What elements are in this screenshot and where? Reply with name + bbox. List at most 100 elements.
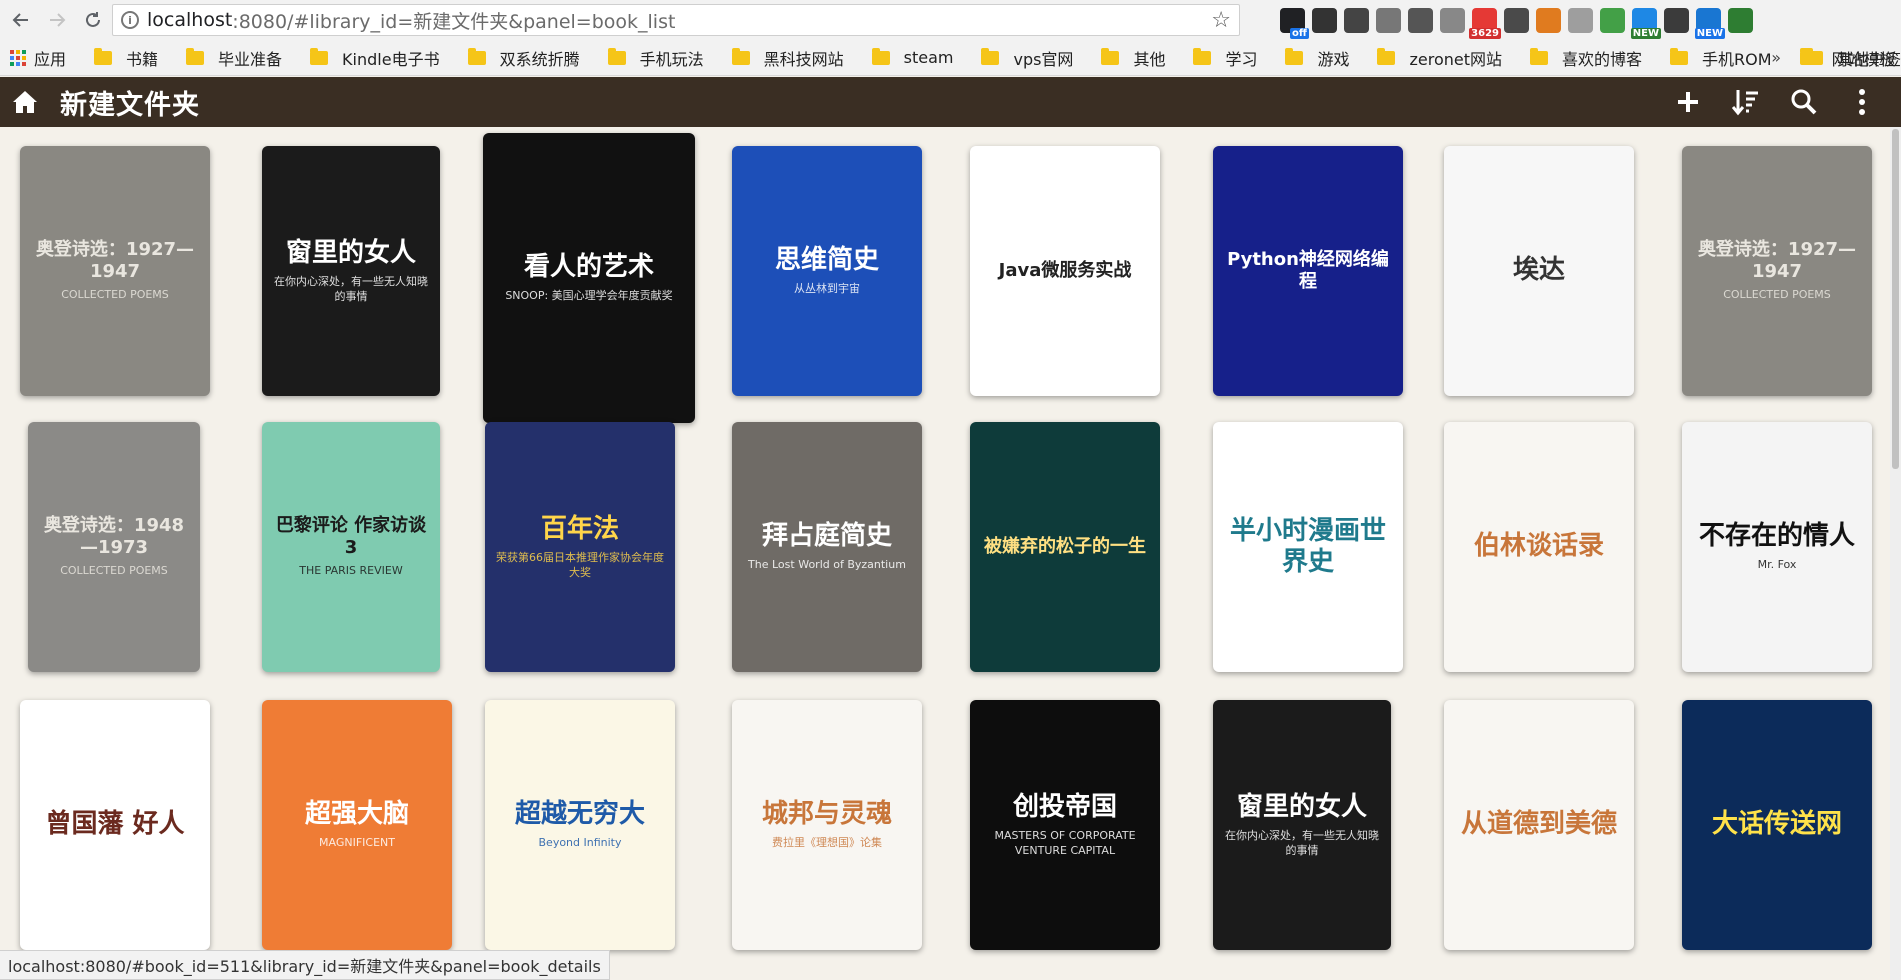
bookmark-label: Kindle电子书 [342, 49, 440, 69]
book-cover[interactable]: Python神经网络编程 [1213, 146, 1403, 396]
book-cover[interactable]: 百年法 荣获第66届日本推理作家协会年度大奖 [485, 422, 675, 672]
chrome-ext-icon[interactable] [1600, 7, 1625, 33]
search-button[interactable] [1787, 85, 1821, 119]
scrollbar-thumb[interactable] [1892, 129, 1899, 469]
book-cover[interactable]: 思维简史 从丛林到宇宙 [732, 146, 922, 396]
book-cover[interactable]: 超强大脑 MAGNIFICENT [262, 700, 452, 950]
book-cover[interactable]: 拜占庭简史 The Lost World of Byzantium [732, 422, 922, 672]
book-title: 窗里的女人 [285, 238, 416, 269]
bookmark-star-icon[interactable]: ☆ [1211, 8, 1231, 33]
bookmark-folder[interactable]: 双系统折腾 [467, 46, 580, 70]
library-header: 新建文件夹 [0, 77, 1901, 127]
other-bookmarks[interactable]: 其他书签 [1804, 40, 1901, 76]
header-actions [1671, 77, 1879, 127]
book-subtitle: 荣获第66届日本推理作家协会年度大奖 [496, 551, 664, 579]
book-cover[interactable]: 巴黎评论 作家访谈 3 THE PARIS REVIEW [262, 422, 440, 672]
lightbulb-ext-icon[interactable] [1344, 7, 1369, 33]
bookmark-folder[interactable]: 毕业准备 [186, 46, 282, 70]
bookmark-label: 双系统折腾 [499, 49, 580, 69]
bookmark-folder[interactable]: 喜欢的博客 [1530, 46, 1642, 70]
book-cover[interactable]: 伯林谈话录 [1444, 422, 1634, 672]
translate-ext-icon[interactable] [1504, 7, 1529, 33]
bookmark-apps[interactable]: 应用 [34, 46, 66, 70]
bookmark-folder[interactable]: 手机ROM [1670, 46, 1772, 70]
abp-ext-icon[interactable] [1440, 7, 1465, 33]
folder-icon [1804, 48, 1823, 65]
book-title: 奥登诗选：1927—1947 [35, 239, 195, 282]
book-title: 超强大脑 [304, 799, 409, 830]
red-badge-ext-icon[interactable]: 3629 [1469, 7, 1501, 39]
book-cover[interactable]: 不存在的情人 Mr. Fox [1682, 422, 1872, 672]
bookmark-label: zeronet网站 [1409, 49, 1503, 69]
book-cover[interactable]: 奥登诗选：1927—1947 COLLECTED POEMS [1682, 146, 1872, 396]
reload-button[interactable] [78, 5, 108, 35]
mail-ext-icon[interactable]: off [1280, 7, 1309, 39]
book-grid: 奥登诗选：1927—1947 COLLECTED POEMS 窗里的女人 在你内心深处… [0, 127, 1890, 980]
folder-icon [871, 47, 890, 65]
library-title: 新建文件夹 [60, 89, 200, 121]
folder-icon [1377, 47, 1396, 65]
book-cover[interactable]: 创投帝国 MASTERS OF CORPORATE VENTURE CAPITAL [970, 700, 1160, 950]
bookmark-folder[interactable]: Kindle电子书 [310, 46, 440, 70]
bookmark-folder[interactable]: 学习 [1193, 46, 1257, 70]
scrollbar[interactable] [1890, 127, 1901, 980]
bookmark-folder[interactable]: 游戏 [1285, 46, 1349, 70]
book-cover[interactable]: 城邦与灵魂 费拉里《理想国》论集 [732, 700, 922, 950]
extension-badge: off [1290, 27, 1309, 39]
book-title: 从道德到美德 [1460, 809, 1617, 840]
extension-badge: 3629 [1469, 27, 1501, 39]
book-cover[interactable]: Java微服务实战 [970, 146, 1160, 396]
list-ext-icon[interactable] [1568, 7, 1593, 33]
add-book-button[interactable] [1671, 85, 1705, 119]
book-cover[interactable]: 曾国藩 好人 [20, 700, 210, 950]
book-cover[interactable]: 奥登诗选：1927—1947 COLLECTED POEMS [20, 146, 210, 396]
book-title: 不存在的情人 [1698, 521, 1855, 552]
info-icon[interactable]: i [121, 11, 139, 29]
bookmark-folder[interactable]: zeronet网站 [1377, 46, 1502, 70]
bookmarks-overflow-button[interactable]: » [1771, 48, 1781, 67]
apps-grid-icon[interactable] [10, 49, 26, 66]
browser-toolbar: i localhost:8080/#library_id=新建文件夹&panel… [0, 0, 1901, 40]
book-subtitle: The Lost World of Byzantium [748, 558, 906, 572]
bookmark-folder[interactable]: 其他 [1101, 46, 1165, 70]
sort-button[interactable] [1729, 85, 1763, 119]
bookmark-folder[interactable]: 黑科技网站 [731, 46, 844, 70]
more-menu-button[interactable] [1845, 85, 1879, 119]
bookmark-label: 书籍 [126, 49, 159, 69]
book-cover[interactable]: 埃达 [1444, 146, 1634, 396]
back-button[interactable] [6, 5, 36, 35]
extensions-toolbar: off 3629 NEW NEW [1280, 4, 1901, 39]
glasses-ext-icon[interactable] [1312, 7, 1337, 33]
bookmark-folder[interactable]: vps官网 [981, 46, 1073, 70]
book-title: 伯林谈话录 [1473, 531, 1604, 562]
bookmark-folder[interactable]: steam [871, 47, 954, 67]
address-bar[interactable]: i localhost:8080/#library_id=新建文件夹&panel… [112, 4, 1240, 36]
book-cover[interactable]: 窗里的女人 在你内心深处，有一些无人知晓的事情 [262, 146, 440, 396]
book-cover[interactable]: 超越无穷大 Beyond Infinity [485, 700, 675, 950]
bookmark-folder[interactable]: 书籍 [94, 46, 158, 70]
book-cover[interactable]: 奥登诗选：1948—1973 COLLECTED POEMS [28, 422, 200, 672]
globe-ext-icon[interactable] [1728, 7, 1753, 33]
book-title: 曾国藩 好人 [45, 809, 185, 840]
home-button[interactable] [0, 77, 50, 127]
forward-button[interactable] [42, 5, 72, 35]
book-cover[interactable]: 大话传送网 [1682, 700, 1872, 950]
book-subtitle: COLLECTED POEMS [1723, 288, 1831, 302]
new-ext-icon[interactable]: NEW [1694, 7, 1725, 39]
image-ext-icon[interactable] [1376, 7, 1401, 33]
bookmark-folder[interactable]: 手机玩法 [607, 46, 704, 70]
cloud-ext-icon[interactable]: NEW [1630, 7, 1661, 39]
tree-ext-icon[interactable] [1408, 7, 1433, 33]
extension-badge: NEW [1630, 27, 1661, 39]
book-cover[interactable]: 被嫌弃的松子的一生 [970, 422, 1160, 672]
book-cover[interactable]: 从道德到美德 [1444, 700, 1634, 950]
forward-arrow-icon [50, 13, 66, 27]
book-cover[interactable]: 半小时漫画世界史 [1213, 422, 1403, 672]
book-cover[interactable]: 窗里的女人 在你内心深处，有一些无人知晓的事情 [1213, 700, 1391, 950]
book-cover[interactable]: 看人的艺术 SNOOP: 美国心理学会年度贡献奖 [483, 133, 695, 423]
shield-ext-icon[interactable] [1536, 7, 1561, 33]
search-icon [1791, 89, 1817, 115]
in-ext-icon[interactable] [1664, 7, 1689, 33]
bookmark-label: 学习 [1225, 49, 1258, 69]
bookmark-label: steam [903, 48, 954, 67]
